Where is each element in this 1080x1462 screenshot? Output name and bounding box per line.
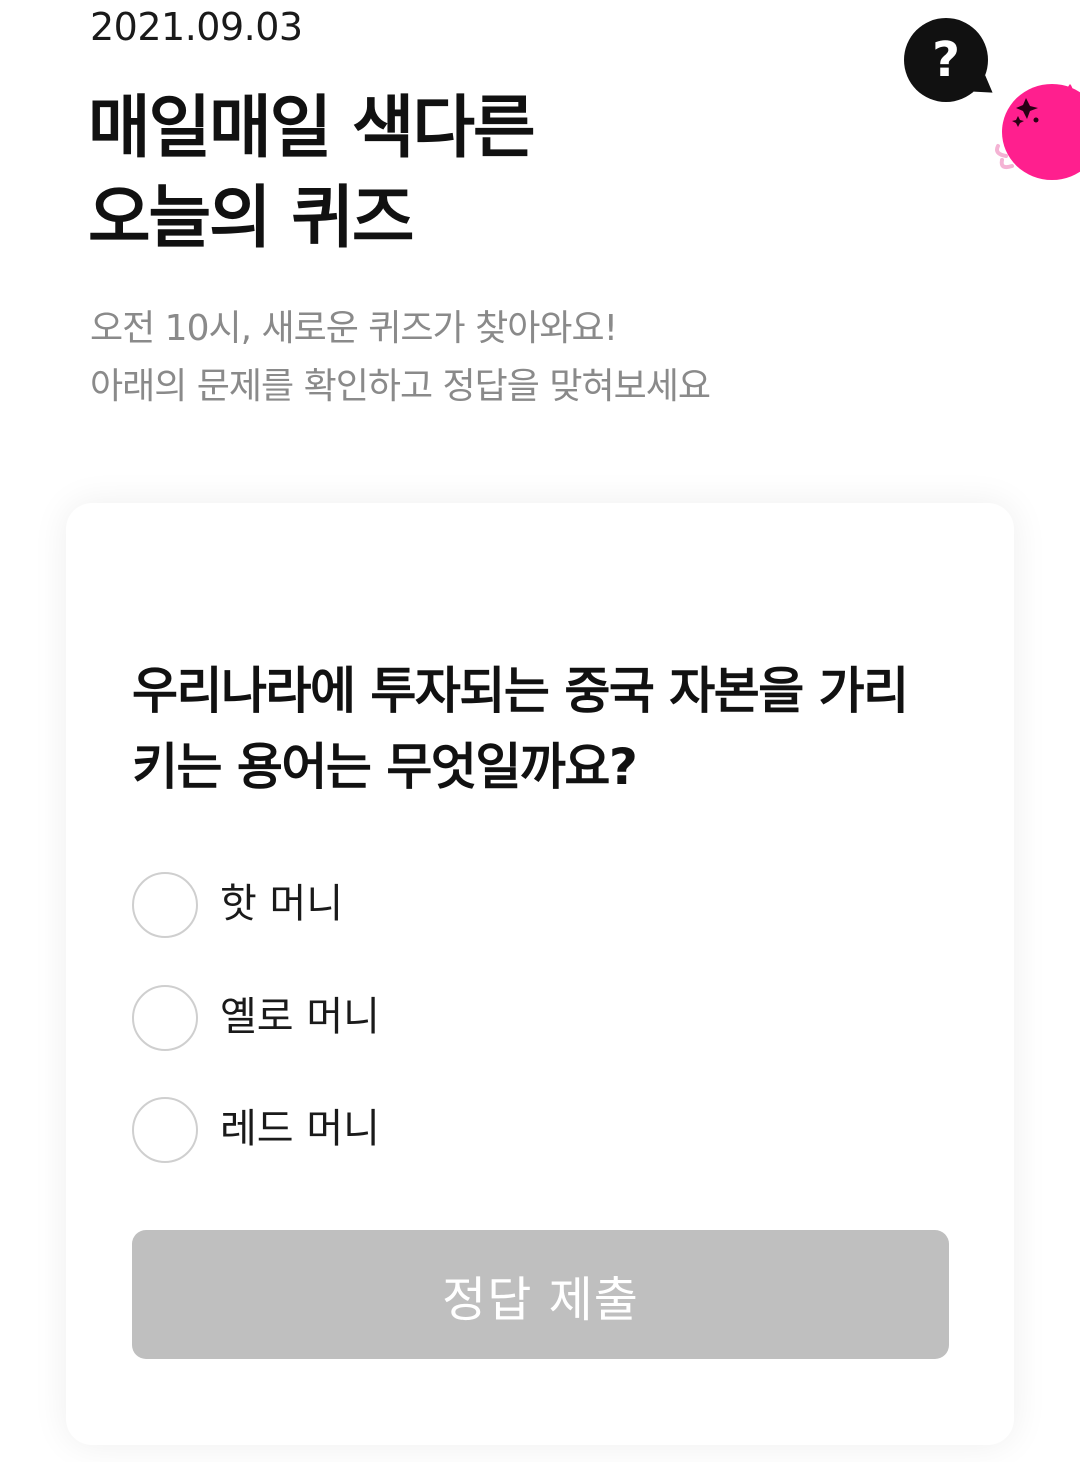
question-mark-icon[interactable]: ? [904,18,999,102]
answer-option-label: 옐로 머니 [220,994,380,1040]
answer-option-label: 레드 머니 [220,1106,380,1152]
page-title-line-1: 매일매일 색다른 [88,89,536,168]
radio-button[interactable] [132,1097,198,1163]
page-title-line-2: 오늘의 퀴즈 [88,179,414,258]
answer-option-2[interactable]: 옐로 머니 [132,985,952,1051]
answer-option-1[interactable]: 핫 머니 [132,872,952,938]
quiz-card: 우리나라에 투자되는 중국 자본을 가리 키는 용어는 무엇일까요? 핫 머니 … [66,503,1014,1445]
subtitle-line-2: 아래의 문제를 확인하고 정답을 맞혀보세요 [90,366,711,407]
radio-button[interactable] [132,985,198,1051]
quiz-question: 우리나라에 투자되는 중국 자본을 가리 키는 용어는 무엇일까요? [132,653,972,805]
answer-option-label: 핫 머니 [220,881,344,927]
help-label: ? [932,32,960,88]
pink-character-mascot [995,84,1080,180]
page-title: 매일매일 색다른 오늘의 퀴즈 [88,84,536,264]
answer-option-3[interactable]: 레드 머니 [132,1097,952,1163]
submit-answer-button[interactable]: 정답 제출 [132,1230,949,1359]
radio-button[interactable] [132,872,198,938]
question-line-1: 우리나라에 투자되는 중국 자본을 가리 [132,662,909,720]
subtitle-line-1: 오전 10시, 새로운 퀴즈가 찾아와요! [90,308,618,349]
question-line-2: 키는 용어는 무엇일까요? [132,738,638,796]
date-label: 2021.09.03 [90,5,303,49]
page-subtitle: 오전 10시, 새로운 퀴즈가 찾아와요! 아래의 문제를 확인하고 정답을 맞… [90,300,711,416]
